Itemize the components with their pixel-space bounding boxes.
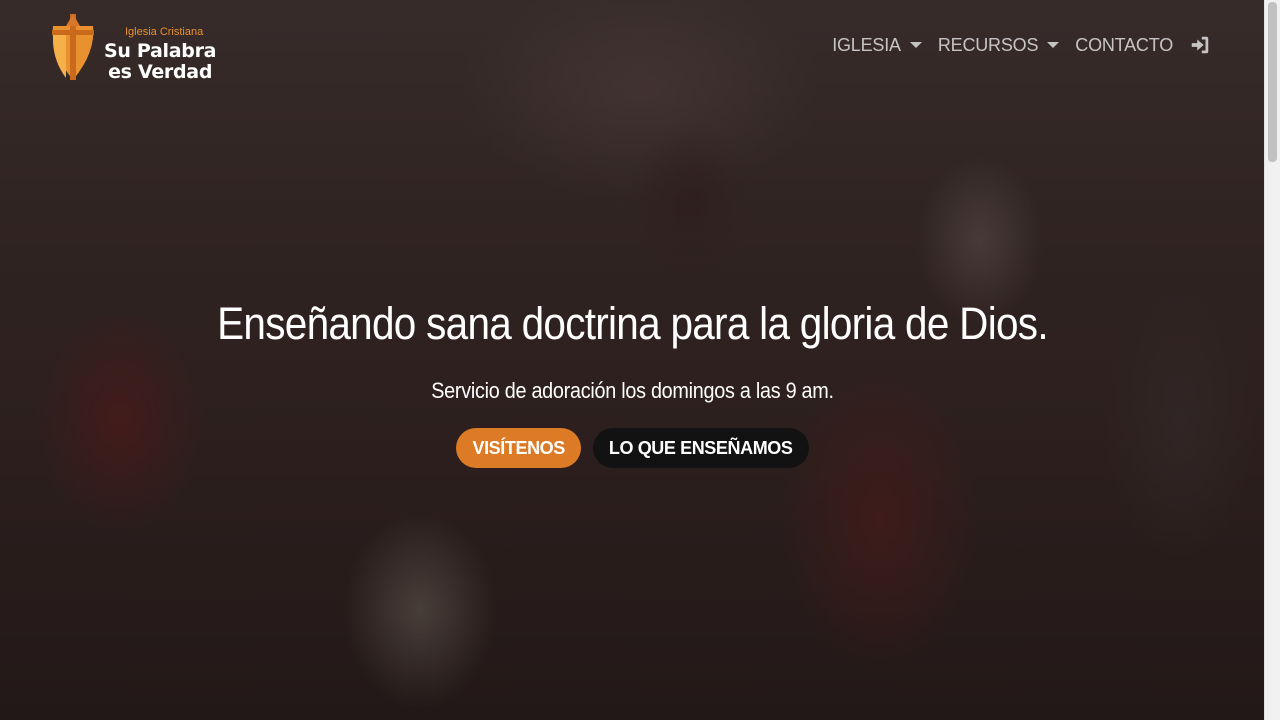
sign-in-icon xyxy=(1191,36,1209,54)
hero-subtitle: Servicio de adoración los domingos a las… xyxy=(431,378,834,403)
login-link[interactable] xyxy=(1189,34,1211,56)
navbar: Iglesia Cristiana Su Palabra es Verdad I… xyxy=(0,0,1265,95)
nav-item-label: CONTACTO xyxy=(1075,34,1173,55)
brand-logo-link[interactable]: Iglesia Cristiana Su Palabra es Verdad xyxy=(48,12,217,83)
nav-item-label: IGLESIA xyxy=(832,34,901,55)
hero-title: Enseñando sana doctrina para la gloria d… xyxy=(217,298,1048,349)
page: Iglesia Cristiana Su Palabra es Verdad I… xyxy=(0,0,1265,720)
nav-item-iglesia[interactable]: IGLESIA xyxy=(832,35,922,56)
hero-section: Enseñando sana doctrina para la gloria d… xyxy=(0,298,1265,468)
caret-down-icon xyxy=(1047,42,1060,48)
caret-down-icon xyxy=(909,42,922,48)
lo-que-ensenamos-button[interactable]: LO QUE ENSEÑAMOS xyxy=(592,428,809,468)
nav-links: IGLESIA RECURSOS CONTACTO xyxy=(832,34,1211,56)
hero-buttons: VISÍTENOS LO QUE ENSEÑAMOS xyxy=(0,428,1265,468)
brand-small-text: Iglesia Cristiana xyxy=(124,26,204,38)
brand-line2: es Verdad xyxy=(108,61,213,83)
nav-item-contacto[interactable]: CONTACTO xyxy=(1075,35,1173,56)
nav-item-recursos[interactable]: RECURSOS xyxy=(937,34,1060,56)
scrollbar-thumb[interactable] xyxy=(1268,2,1277,162)
nav-item-label: RECURSOS xyxy=(937,34,1039,55)
vertical-scrollbar[interactable] xyxy=(1264,0,1280,720)
brand-line1: Su Palabra xyxy=(104,40,217,62)
visitenos-button[interactable]: VISÍTENOS xyxy=(456,428,581,468)
cross-logo-icon xyxy=(52,14,94,80)
